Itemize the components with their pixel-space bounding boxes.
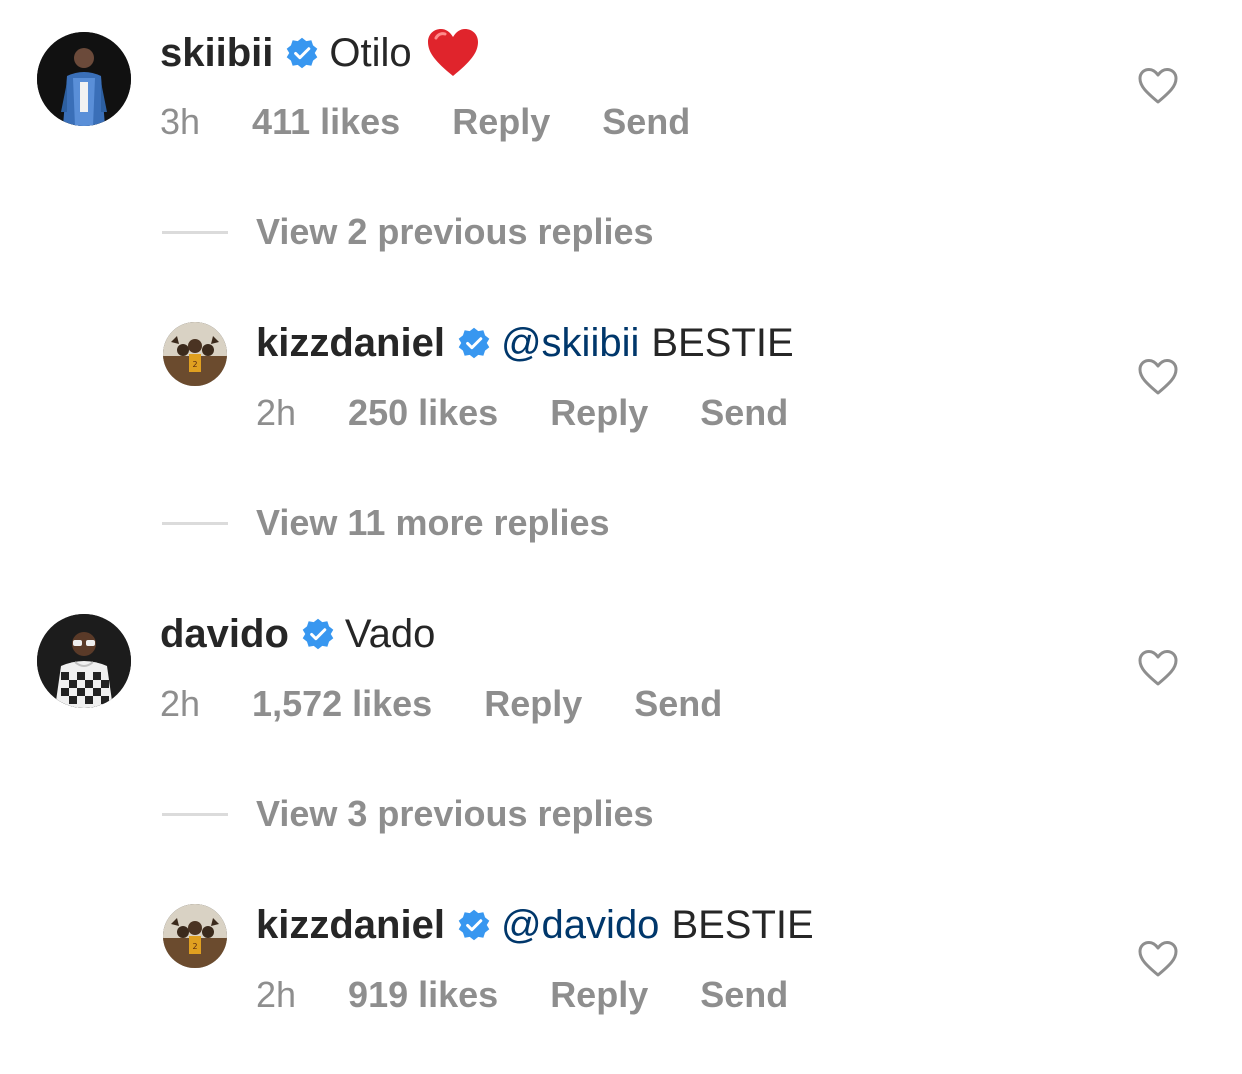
heart-outline-icon[interactable] <box>1138 649 1178 687</box>
reply-button[interactable]: Reply <box>550 391 648 435</box>
send-button[interactable]: Send <box>700 391 788 435</box>
comment-text: Otilo <box>329 31 412 75</box>
comment-text: Vado <box>344 612 436 656</box>
verified-badge-icon <box>285 36 319 70</box>
comment-time: 2h <box>256 392 297 433</box>
svg-text:2: 2 <box>192 360 197 369</box>
verified-badge-icon <box>301 617 335 651</box>
mention-link[interactable]: @skiibii <box>501 319 639 367</box>
view-replies-label: View 11 more replies <box>256 502 610 543</box>
send-button[interactable]: Send <box>602 100 690 144</box>
likes-count[interactable]: 919 likes <box>348 973 498 1017</box>
view-replies-button[interactable]: View 2 previous replies <box>162 210 654 254</box>
heart-outline-icon[interactable] <box>1138 67 1178 105</box>
view-replies-label: View 3 previous replies <box>256 793 654 834</box>
heart-outline-icon[interactable] <box>1138 940 1178 978</box>
reply-button[interactable]: Reply <box>484 682 582 726</box>
replies-divider <box>162 812 228 816</box>
view-replies-button[interactable]: View 3 previous replies <box>162 792 654 836</box>
avatar-kizzdaniel[interactable]: 2 <box>163 322 227 386</box>
view-replies-button[interactable]: View 11 more replies <box>162 501 610 545</box>
avatar-davido-image <box>37 614 131 708</box>
heart-outline-icon[interactable] <box>1138 358 1178 396</box>
likes-count[interactable]: 411 likes <box>252 100 400 144</box>
comment-username[interactable]: skiibii <box>160 29 273 77</box>
send-button[interactable]: Send <box>634 682 722 726</box>
comment-username[interactable]: kizzdaniel <box>256 319 445 367</box>
avatar-kizzdaniel[interactable]: 2 <box>163 904 227 968</box>
send-button[interactable]: Send <box>700 973 788 1017</box>
comment-time: 2h <box>160 683 201 724</box>
reply-button[interactable]: Reply <box>550 973 648 1017</box>
replies-divider <box>162 521 228 525</box>
comment-text: BESTIE <box>671 903 814 947</box>
avatar-kizzdaniel-image: 2 <box>163 322 227 386</box>
comment-text: BESTIE <box>651 321 794 365</box>
comment-username[interactable]: davido <box>160 610 289 658</box>
comment-username[interactable]: kizzdaniel <box>256 901 445 949</box>
likes-count[interactable]: 250 likes <box>348 391 498 435</box>
verified-badge-icon <box>457 908 491 942</box>
mention-link[interactable]: @davido <box>501 901 659 949</box>
comment-time: 3h <box>160 101 201 142</box>
red-heart-emoji-icon <box>426 28 480 78</box>
verified-badge-icon <box>457 326 491 360</box>
avatar-kizzdaniel-image: 2 <box>163 904 227 968</box>
likes-count[interactable]: 1,572 likes <box>252 682 432 726</box>
view-replies-label: View 2 previous replies <box>256 211 654 252</box>
comment-time: 2h <box>256 974 297 1015</box>
avatar-skiibii-image <box>37 32 131 126</box>
avatar-davido[interactable] <box>37 614 131 708</box>
replies-divider <box>162 230 228 234</box>
avatar-skiibii[interactable] <box>37 32 131 126</box>
svg-text:2: 2 <box>192 942 197 951</box>
reply-button[interactable]: Reply <box>452 100 550 144</box>
